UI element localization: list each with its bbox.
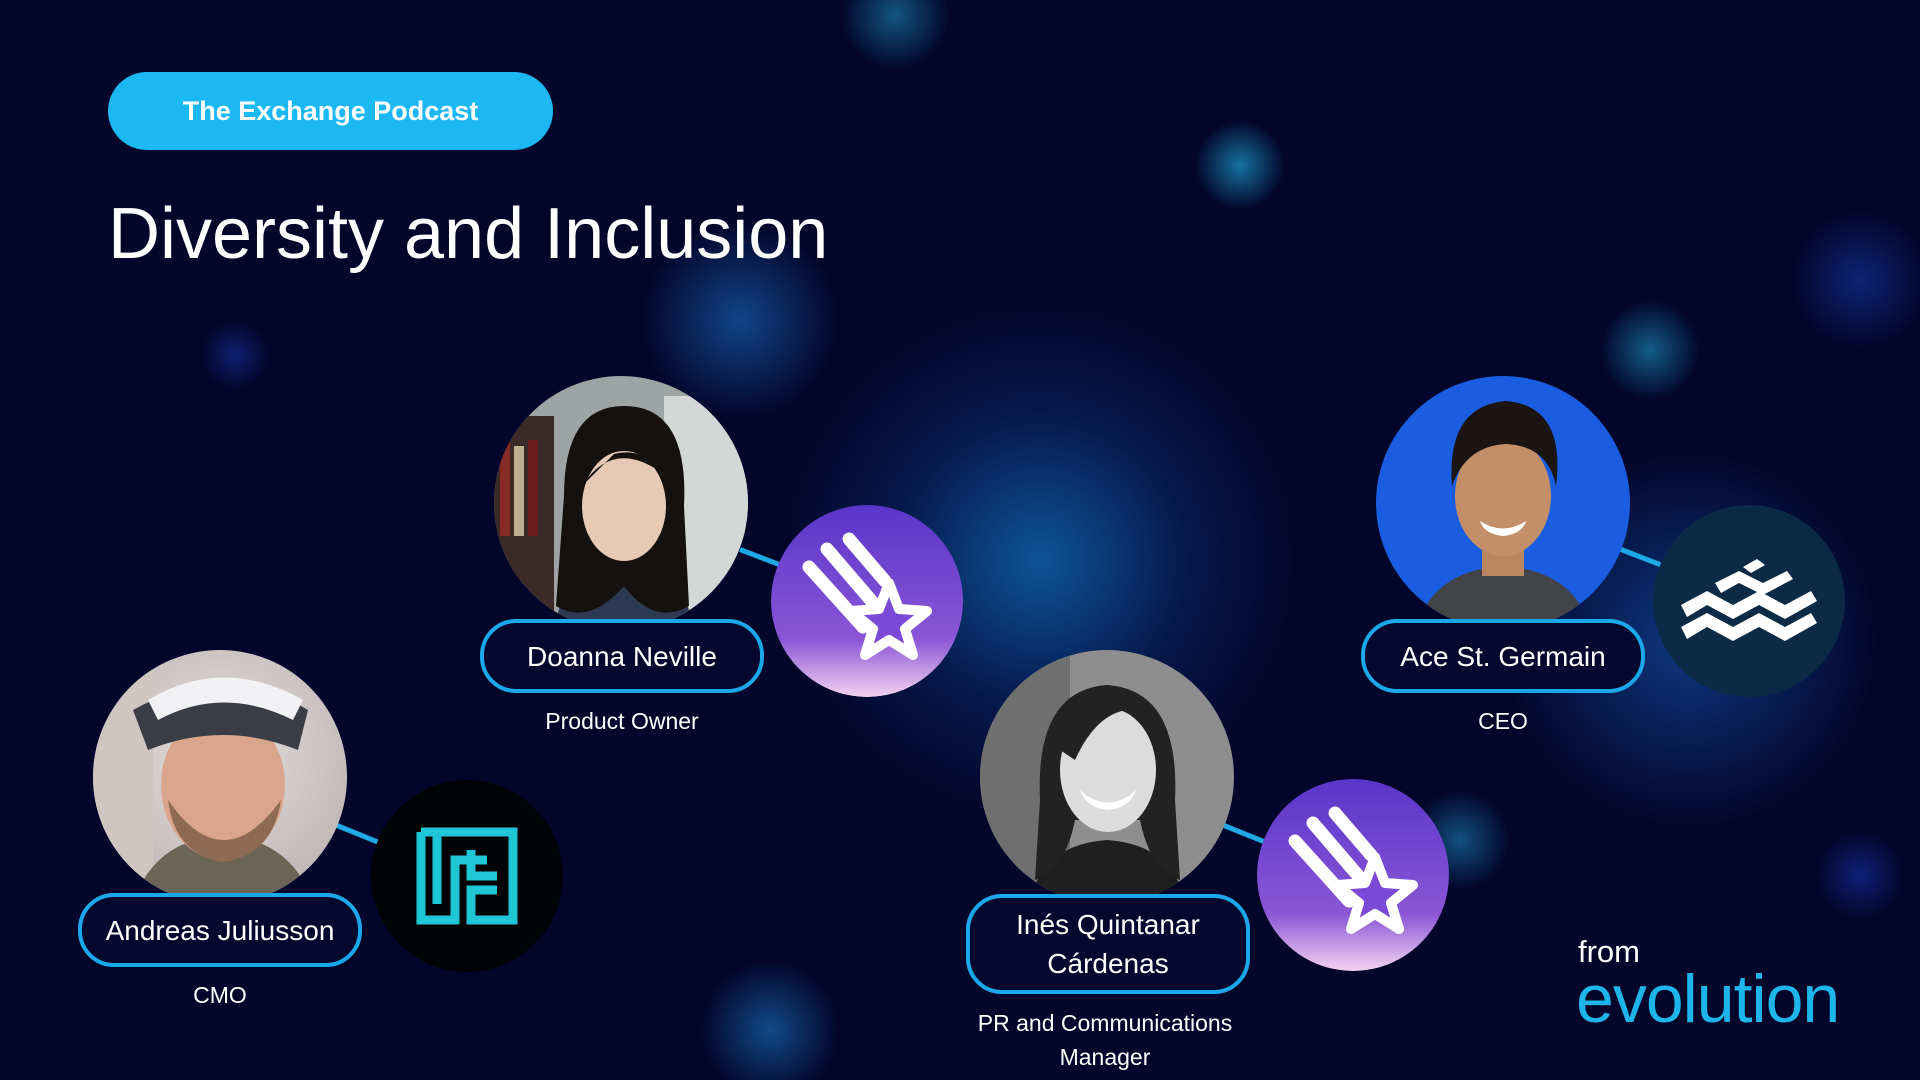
podcast-badge: The Exchange Podcast (108, 72, 553, 150)
shooting-star-logo-icon (771, 505, 963, 697)
background-glow (1790, 210, 1920, 350)
speaker-role: Product Owner (545, 708, 699, 734)
speaker-photo-image (93, 650, 347, 904)
speaker-name: Andreas Juliusson (78, 893, 362, 967)
background-glow (840, 0, 950, 70)
company-logo (771, 505, 963, 697)
company-logo (1257, 779, 1449, 971)
speaker-photo (1376, 376, 1630, 630)
speaker-photo-image (980, 650, 1234, 904)
page-title: Diversity and Inclusion (108, 194, 829, 274)
speaker-photo (494, 376, 748, 630)
stacked-waves-logo-icon (1653, 505, 1845, 697)
speaker-photo-image (494, 376, 748, 630)
company-logo (371, 780, 563, 972)
speaker-name: Ace St. Germain (1361, 619, 1645, 693)
speaker-role: CEO (1478, 708, 1528, 734)
speaker-role: CMO (193, 982, 247, 1008)
shooting-star-logo-icon (1257, 779, 1449, 971)
brand-wordmark: evolution (1576, 961, 1840, 1037)
speaker-name: Inés Quintanar Cárdenas (966, 894, 1250, 994)
background-glow (1600, 300, 1700, 400)
speaker-role: PR and Communications Manager (977, 1010, 1233, 1070)
background-glow (1815, 830, 1905, 920)
background-glow (700, 960, 840, 1080)
podcast-slide: The Exchange Podcast Diversity and Inclu… (0, 0, 1920, 1080)
speaker-photo-image (1376, 376, 1630, 630)
speaker-name: Doanna Neville (480, 619, 764, 693)
speaker-photo (93, 650, 347, 904)
ftg-maze-logo-icon (371, 780, 563, 972)
background-glow (1195, 120, 1285, 210)
background-glow (200, 320, 270, 390)
company-logo (1653, 505, 1845, 697)
brand-logo: from evolution (1576, 932, 1866, 1037)
speaker-photo (980, 650, 1234, 904)
